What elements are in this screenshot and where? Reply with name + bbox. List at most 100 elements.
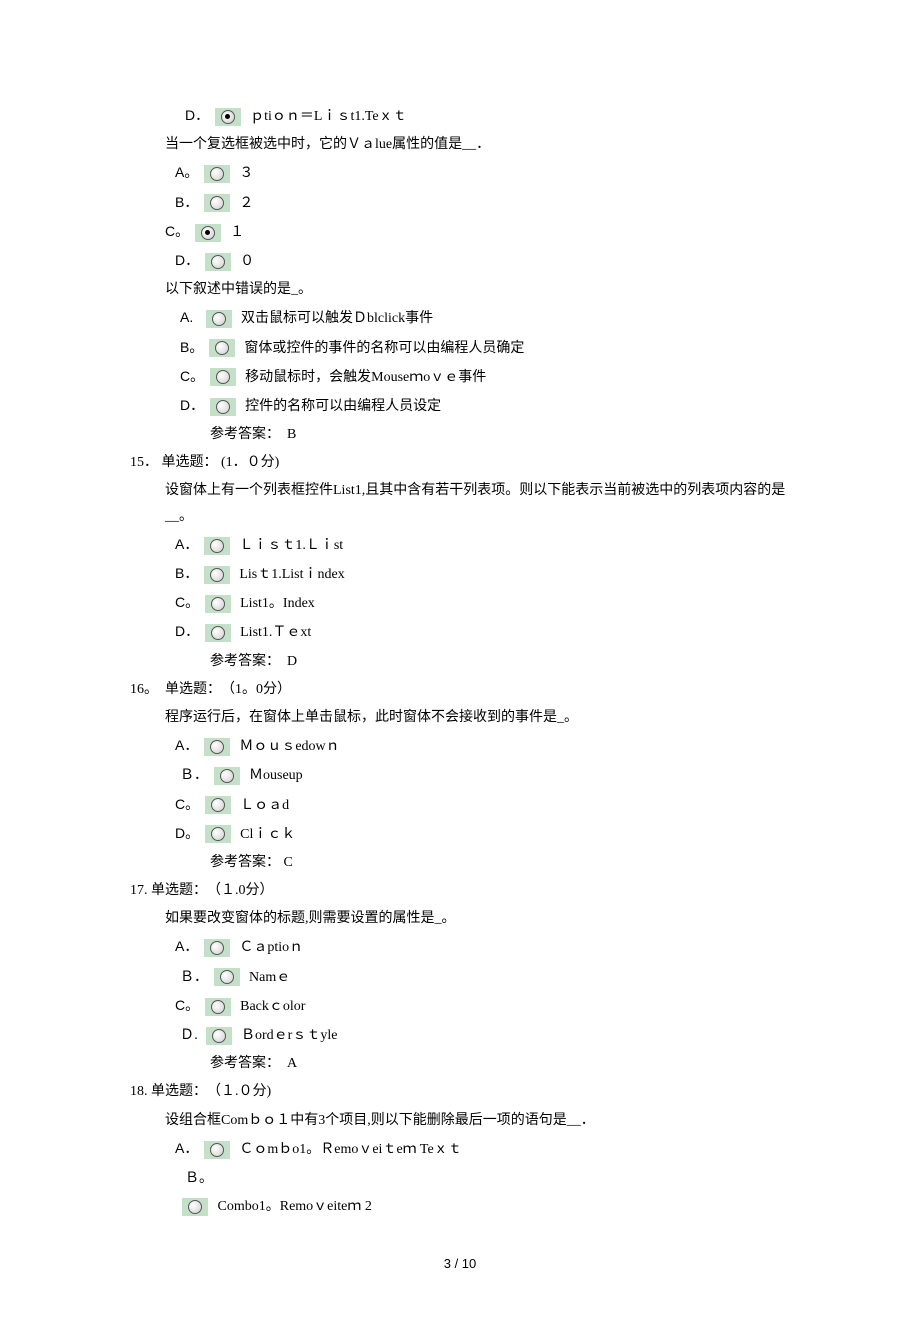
option-text: 双击鼠标可以触发Ｄblclick事件: [241, 311, 433, 326]
page-footer: 3 / 10: [130, 1222, 790, 1295]
radio-icon[interactable]: [206, 1027, 232, 1045]
option-label: Ｄ.: [180, 1022, 200, 1047]
option-label: A．: [175, 934, 198, 959]
option-text: List1。Index: [240, 596, 315, 611]
option-label: C。: [175, 590, 199, 615]
q15-option-c: C。 List1。Index: [130, 590, 790, 616]
q14-option-c: C。 移动鼠标时，会触发Mouseｍoｖｅ事件: [130, 364, 790, 390]
q17-option-c: C。 Backｃolor: [130, 993, 790, 1019]
option-label: D．: [175, 248, 199, 273]
radio-icon[interactable]: [204, 566, 230, 584]
q15-option-b: B． Lisｔ1.Listｉndex: [130, 561, 790, 587]
option-text: Ｍouseup: [249, 768, 303, 783]
option-text: Ｌｉｓｔ1.Ｌｉst: [239, 538, 343, 553]
q16-number: 16。 单选题： （1。0分）: [130, 677, 790, 702]
option-label: D．: [175, 619, 199, 644]
radio-icon[interactable]: [214, 968, 240, 986]
option-text: Backｃolor: [240, 999, 305, 1014]
q15-stem: 设窗体上有一个列表框控件List1,且其中含有若干列表项。则以下能表示当前被选中…: [130, 478, 790, 528]
page-content: D． ｐtiｏｎ＝Lｉｓt1.Teｘｔ 当一个复选框被选中时，它的Ｖａlue属性…: [0, 0, 920, 1336]
radio-icon[interactable]: [205, 253, 231, 271]
radio-icon[interactable]: [204, 738, 230, 756]
option-label: D．: [185, 103, 209, 128]
option-text: List1.Ｔｅxt: [240, 625, 311, 640]
option-label: A。: [175, 160, 198, 185]
radio-icon[interactable]: [205, 595, 231, 613]
radio-icon[interactable]: [182, 1198, 208, 1216]
radio-icon[interactable]: [204, 537, 230, 555]
radio-icon[interactable]: [209, 339, 235, 357]
q13-stem: 当一个复选框被选中时，它的Ｖａlue属性的值是__．: [130, 132, 790, 157]
q17-option-a: A． Ｃａptioｎ: [130, 934, 790, 960]
option-label: B．: [175, 190, 198, 215]
q13-option-a: A。 ３: [130, 160, 790, 186]
option-label: D。: [175, 821, 199, 846]
option-label: C。: [165, 219, 189, 244]
q15-answer: 参考答案： D: [130, 649, 790, 674]
option-label: C。: [175, 792, 199, 817]
q13-option-d: D． ０: [130, 248, 790, 274]
option-text: ３: [239, 166, 253, 181]
radio-icon[interactable]: [204, 165, 230, 183]
prev-option-d: D． ｐtiｏｎ＝Lｉｓt1.Teｘｔ: [130, 103, 790, 129]
radio-icon[interactable]: [215, 108, 241, 126]
q13-option-b: B． ２: [130, 190, 790, 216]
radio-icon[interactable]: [204, 939, 230, 957]
option-text: 控件的名称可以由编程人员设定: [245, 399, 441, 414]
radio-icon[interactable]: [214, 767, 240, 785]
option-text: １: [230, 225, 244, 240]
q14-option-d: D． 控件的名称可以由编程人员设定: [130, 393, 790, 419]
option-label: A.: [180, 305, 200, 330]
option-text: Ｃａptioｎ: [239, 940, 303, 955]
radio-icon[interactable]: [205, 796, 231, 814]
radio-icon[interactable]: [205, 624, 231, 642]
option-label: C。: [175, 993, 199, 1018]
q17-option-d: Ｄ. Ｂordｅrｓｔyle: [130, 1022, 790, 1048]
radio-icon[interactable]: [204, 1141, 230, 1159]
radio-icon[interactable]: [210, 368, 236, 386]
option-text: Ｂordｅrｓｔyle: [241, 1028, 337, 1043]
q15-option-a: A． Ｌｉｓｔ1.Ｌｉst: [130, 532, 790, 558]
q16-option-d: D。 Clｉｃｋ: [130, 821, 790, 847]
option-text: Combo1。Remoｖeiteｍ 2: [218, 1199, 372, 1214]
q16-option-b: Ｂ． Ｍouseup: [130, 762, 790, 788]
q14-answer: 参考答案： B: [130, 422, 790, 447]
option-text: Namｅ: [249, 970, 290, 985]
option-text: ０: [240, 254, 254, 269]
q14-stem: 以下叙述中错误的是_。: [130, 277, 790, 302]
option-text: 窗体或控件的事件的名称可以由编程人员确定: [244, 341, 524, 356]
option-label: B．: [175, 561, 198, 586]
option-label: A．: [175, 532, 198, 557]
q18-option-b-label: Ｂ。: [130, 1165, 790, 1191]
option-text: Ｍｏｕｓedowｎ: [239, 739, 339, 754]
q17-stem: 如果要改变窗体的标题,则需要设置的属性是_。: [130, 906, 790, 931]
radio-icon[interactable]: [206, 310, 232, 328]
q18-number: 18. 单选题： （１.０分): [130, 1079, 790, 1104]
q17-number: 17. 单选题： （１.0分）: [130, 878, 790, 903]
option-label: Ｂ．: [180, 964, 208, 989]
option-text: ２: [239, 196, 253, 211]
q15-option-d: D． List1.Ｔｅxt: [130, 619, 790, 645]
option-label: B。: [180, 335, 203, 360]
option-label: Ｂ。: [185, 1165, 213, 1190]
q14-option-b: B。 窗体或控件的事件的名称可以由编程人员确定: [130, 335, 790, 361]
q17-answer: 参考答案： A: [130, 1051, 790, 1076]
q16-stem: 程序运行后，在窗体上单击鼠标，此时窗体不会接收到的事件是_。: [130, 705, 790, 730]
option-label: A．: [175, 1136, 198, 1161]
radio-icon[interactable]: [195, 224, 221, 242]
option-text: Lisｔ1.Listｉndex: [239, 567, 344, 582]
q17-option-b: Ｂ． Namｅ: [130, 964, 790, 990]
radio-icon[interactable]: [204, 194, 230, 212]
radio-icon[interactable]: [210, 398, 236, 416]
option-label: A．: [175, 733, 198, 758]
q18-stem: 设组合框Comｂｏ１中有3个项目,则以下能删除最后一项的语句是__．: [130, 1108, 790, 1133]
option-label: C。: [180, 364, 204, 389]
q13-option-c: C。 １: [130, 219, 790, 245]
radio-icon[interactable]: [205, 998, 231, 1016]
q15-number: 15． 单选题： (1．０分): [130, 450, 790, 475]
q18-option-a: A． Ｃｏmｂo1。Ｒemoｖeiｔeｍ Teｘｔ: [130, 1136, 790, 1162]
q16-option-a: A． Ｍｏｕｓedowｎ: [130, 733, 790, 759]
radio-icon[interactable]: [205, 825, 231, 843]
option-text: Ｌｏａd: [240, 798, 289, 813]
option-label: Ｂ．: [180, 762, 208, 787]
